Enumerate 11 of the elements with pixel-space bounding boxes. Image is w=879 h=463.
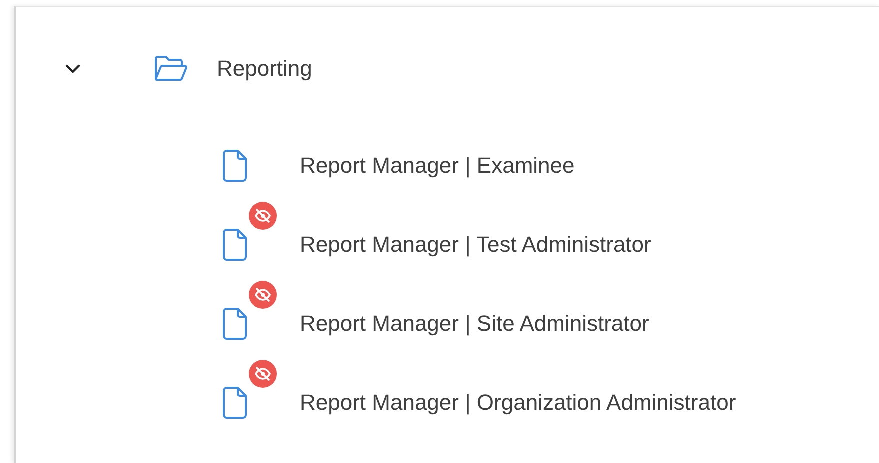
report-label[interactable]: Report Manager | Organization Administrator [300, 390, 736, 416]
open-folder-icon [153, 55, 189, 83]
folder-label[interactable]: Reporting [217, 56, 312, 82]
file-icon [223, 386, 249, 418]
chevron-icon [65, 64, 81, 74]
report-label[interactable]: Report Manager | Test Administrator [300, 232, 652, 258]
file-icon [223, 228, 249, 260]
file-icon [223, 150, 249, 182]
file-icon [223, 308, 249, 340]
report-label[interactable]: Report Manager | Examinee [300, 152, 575, 178]
report-label[interactable]: Report Manager | Site Administrator [300, 310, 650, 336]
